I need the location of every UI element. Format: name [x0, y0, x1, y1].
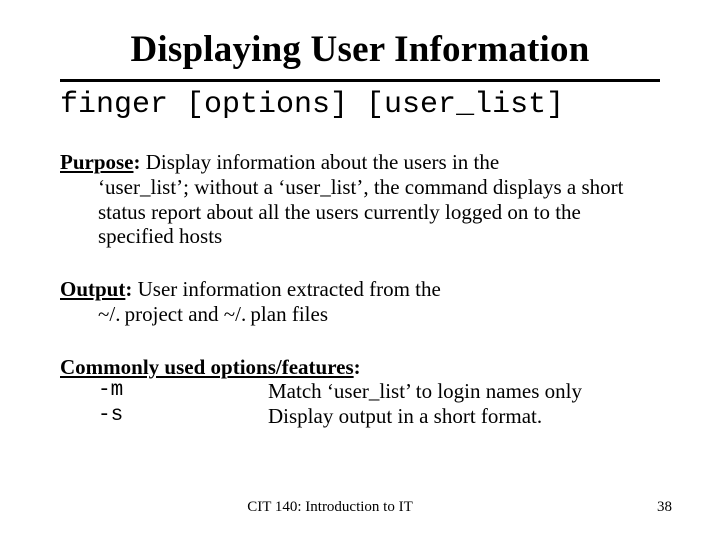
- options-table: -m Match ‘user_list’ to login names only…: [60, 379, 660, 429]
- options-colon: :: [354, 355, 361, 379]
- purpose-label: Purpose: [60, 150, 134, 174]
- footer-course: CIT 140: Introduction to IT: [0, 499, 660, 516]
- option-row: -s Display output in a short format.: [98, 404, 660, 429]
- option-flag: -m: [98, 379, 268, 404]
- options-label: Commonly used options/features: [60, 355, 354, 379]
- purpose-body: ‘user_list’; without a ‘user_list’, the …: [60, 175, 660, 249]
- option-desc: Display output in a short format.: [268, 404, 660, 429]
- option-flag: -s: [98, 404, 268, 429]
- output-body: ~/. project and ~/. plan files: [60, 302, 660, 327]
- title-rule: [60, 79, 660, 82]
- output-lead: User information extracted from the: [132, 277, 440, 301]
- slide: Displaying User Information finger [opti…: [0, 0, 720, 540]
- footer: CIT 140: Introduction to IT 38: [0, 499, 720, 516]
- command-syntax: finger [options] [user_list]: [60, 88, 660, 122]
- options-section: Commonly used options/features: -m Match…: [60, 355, 660, 429]
- purpose-lead: Display information about the users in t…: [141, 150, 500, 174]
- output-section: Output: User information extracted from …: [60, 277, 660, 327]
- option-row: -m Match ‘user_list’ to login names only: [98, 379, 660, 404]
- footer-page-number: 38: [657, 499, 672, 516]
- purpose-colon: :: [134, 150, 141, 174]
- purpose-section: Purpose: Display information about the u…: [60, 150, 660, 249]
- output-label: Output: [60, 277, 125, 301]
- option-desc: Match ‘user_list’ to login names only: [268, 379, 660, 404]
- slide-title: Displaying User Information: [60, 28, 660, 71]
